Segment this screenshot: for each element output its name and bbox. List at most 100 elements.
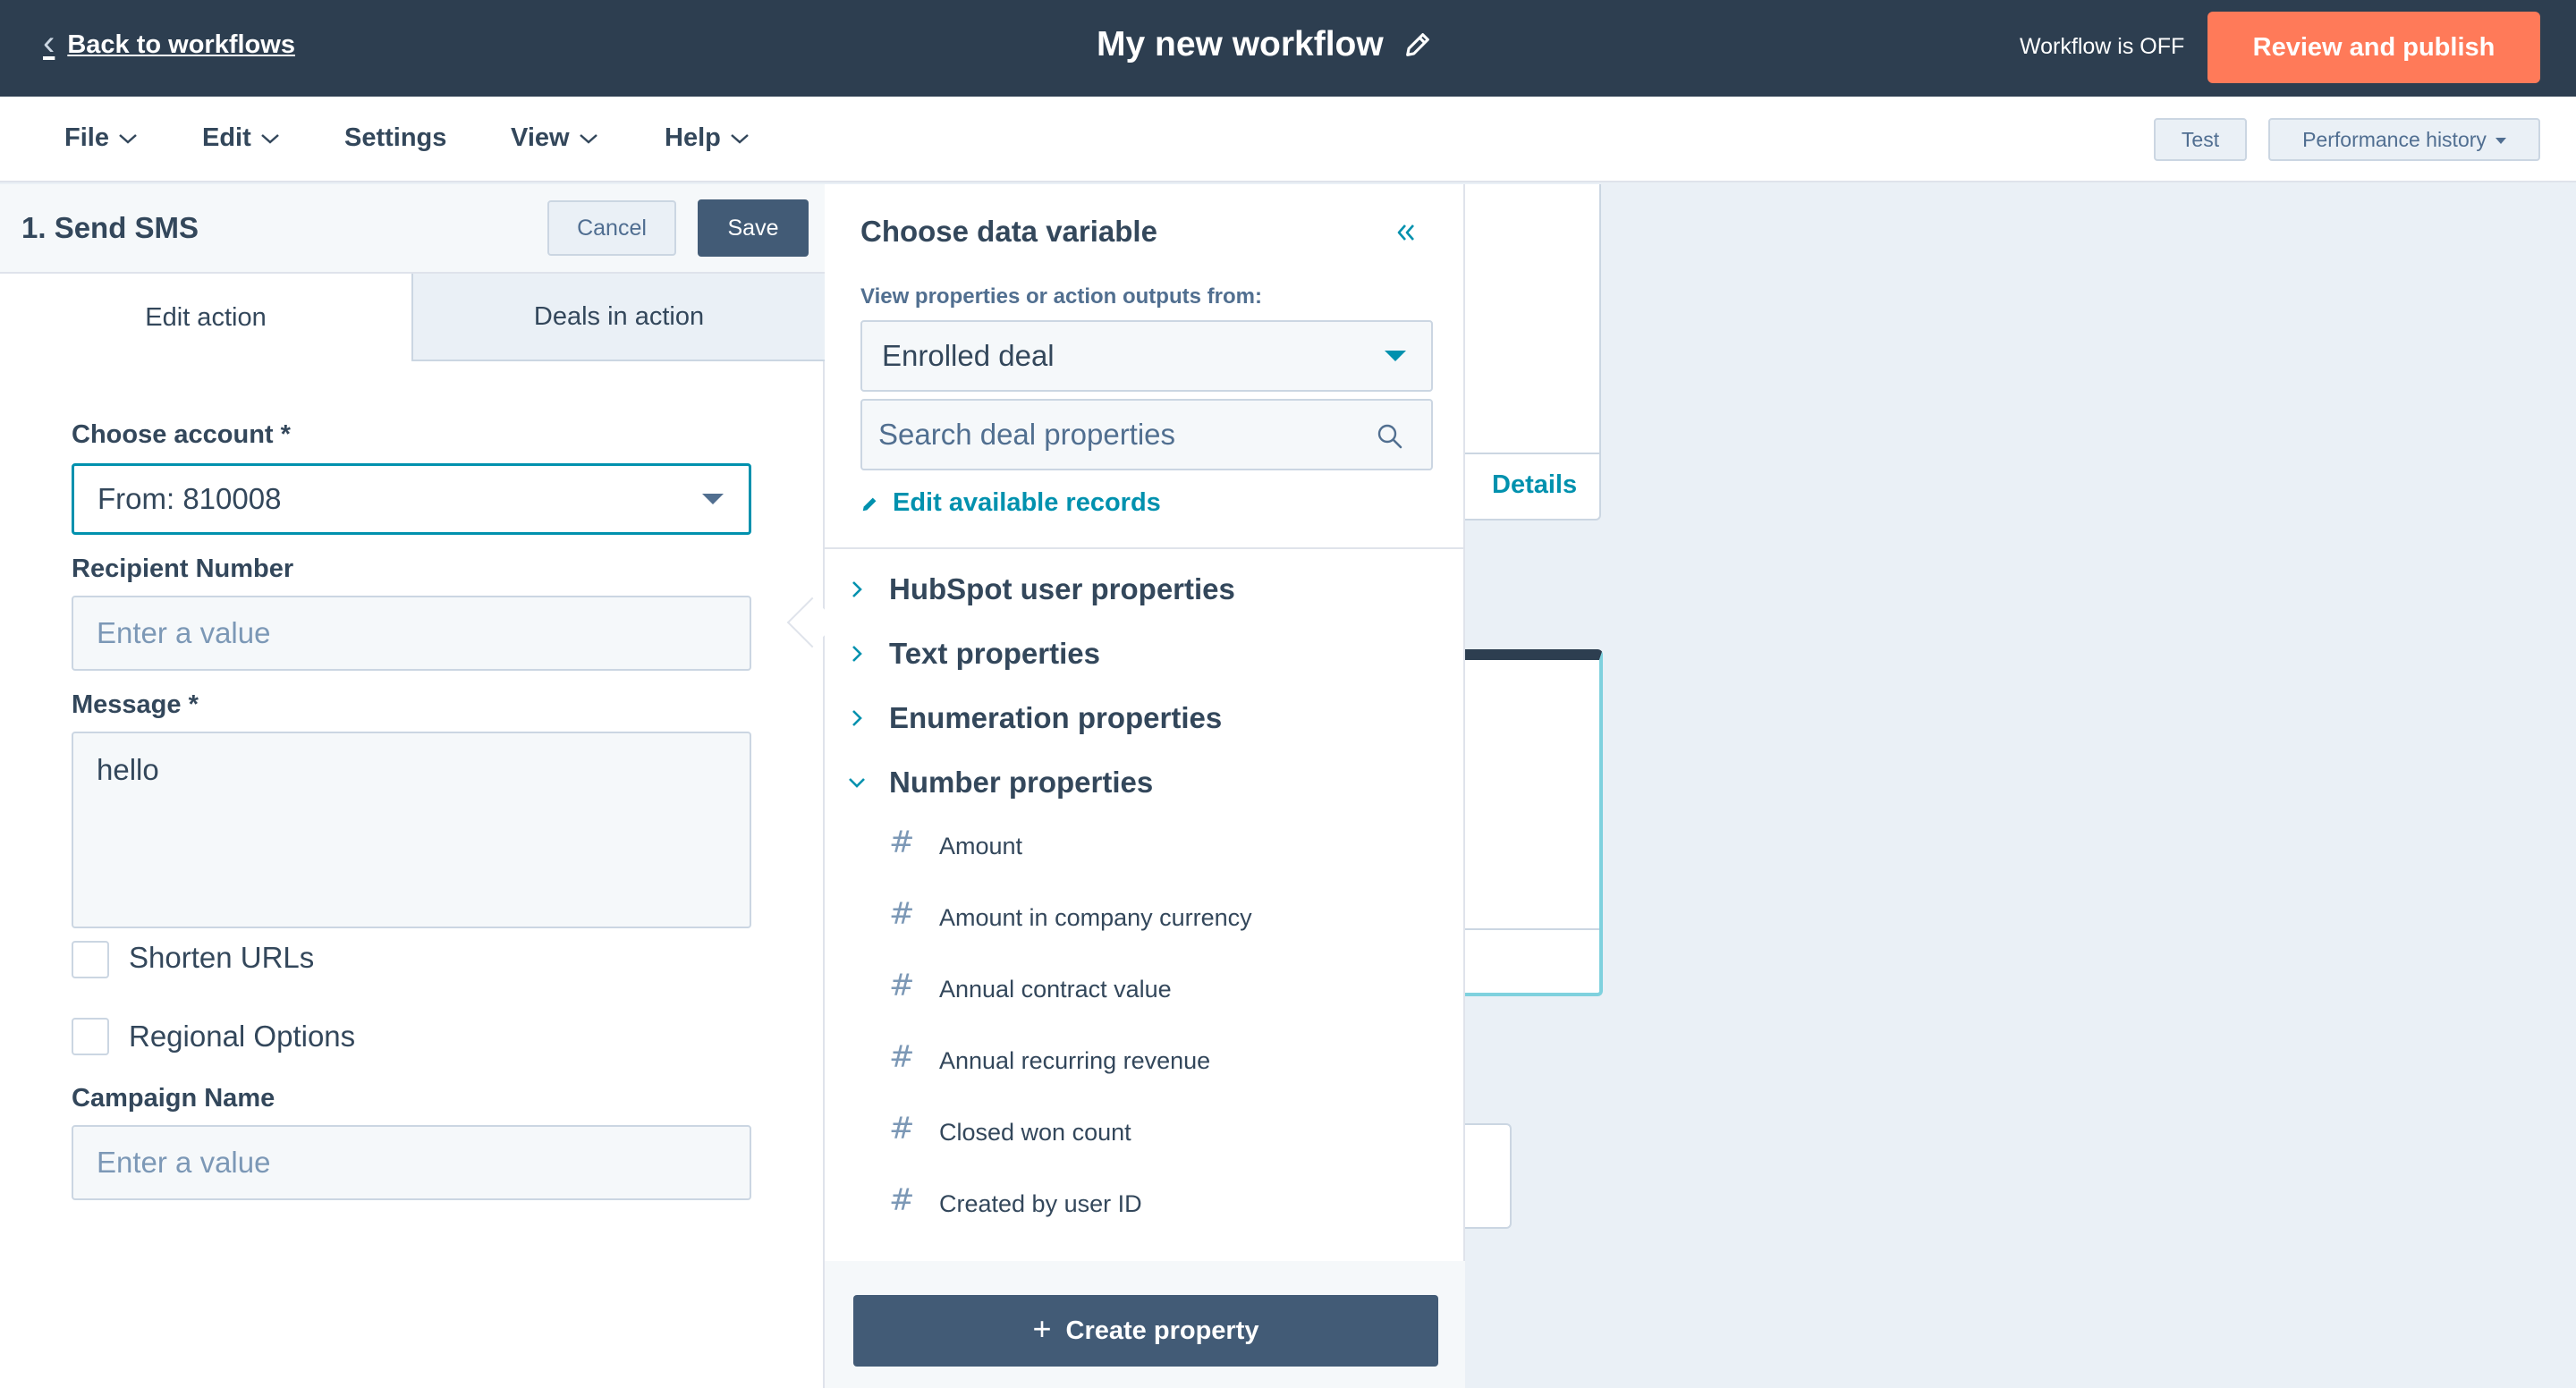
plus-icon: + (1032, 1310, 1052, 1347)
choose-account-select[interactable]: From: 810008 (72, 463, 751, 535)
source-select[interactable]: Enrolled deal (860, 320, 1433, 392)
caret-down-icon (1385, 351, 1406, 361)
menu-settings[interactable]: Settings (344, 123, 446, 153)
chevron-down-icon (731, 133, 749, 144)
recipient-number-placeholder: Enter a value (97, 616, 271, 649)
menu-file[interactable]: File (64, 123, 138, 153)
chevron-down-icon (579, 133, 597, 144)
group-text-properties[interactable]: Text properties (848, 637, 1100, 671)
number-hash-icon: # (889, 1039, 915, 1075)
group-enumeration-properties[interactable]: Enumeration properties (848, 701, 1222, 735)
chevron-right-icon (852, 646, 862, 662)
chevron-right-icon (852, 710, 862, 726)
message-value: hello (97, 753, 159, 786)
edit-available-records-label: Edit available records (893, 488, 1161, 517)
search-icon (1377, 424, 1402, 449)
group-label: Number properties (889, 766, 1154, 799)
chevron-down-icon (849, 778, 865, 788)
property-label: Amount in company currency (939, 903, 1252, 931)
tab-deals-in-action[interactable]: Deals in action (411, 274, 825, 361)
source-label: View properties or action outputs from: (860, 284, 1262, 309)
test-button[interactable]: Test (2154, 118, 2247, 161)
property-item[interactable]: # Amount in company currency (889, 896, 1252, 932)
menu-view-label: View (511, 123, 570, 152)
menu-help-label: Help (665, 123, 721, 152)
menu-settings-label: Settings (344, 123, 447, 152)
message-textarea[interactable]: hello (72, 732, 751, 928)
chevron-down-icon (260, 133, 279, 144)
workflow-title: My new workflow (1097, 25, 1384, 63)
edit-available-records-link[interactable]: Edit available records (860, 488, 1161, 518)
group-label: Enumeration properties (889, 701, 1223, 734)
top-bar: ‹ Back to workflows My new workflow Work… (0, 0, 2576, 97)
back-to-workflows-link[interactable]: ‹ Back to workflows (43, 25, 295, 61)
action-title: 1. Send SMS (21, 211, 199, 244)
campaign-name-placeholder: Enter a value (97, 1146, 271, 1179)
chevron-left-icon: ‹ (43, 23, 55, 63)
number-hash-icon: # (889, 896, 915, 932)
property-item[interactable]: # Annual contract value (889, 968, 1172, 1003)
group-label: HubSpot user properties (889, 572, 1235, 605)
property-item[interactable]: # Amount (889, 825, 1022, 860)
menu-view[interactable]: View (511, 123, 598, 153)
workflow-status: Workflow is OFF (2020, 34, 2185, 59)
property-label: Annual contract value (939, 975, 1172, 1003)
cancel-button[interactable]: Cancel (547, 200, 676, 256)
group-hubspot-user-properties[interactable]: HubSpot user properties (848, 572, 1235, 606)
menu-file-label: File (64, 123, 109, 152)
number-hash-icon: # (889, 1182, 915, 1218)
performance-history-label: Performance history (2302, 127, 2487, 151)
number-hash-icon: # (889, 968, 915, 1003)
source-value: Enrolled deal (882, 339, 1055, 372)
pencil-icon[interactable] (1402, 27, 1433, 63)
caret-down-icon (2495, 137, 2506, 144)
save-button[interactable]: Save (698, 199, 809, 257)
group-number-properties[interactable]: Number properties (848, 766, 1153, 800)
chevron-right-icon (852, 581, 862, 597)
create-property-button[interactable]: + Create property (853, 1295, 1438, 1367)
regional-options-checkbox[interactable] (72, 1018, 109, 1055)
divider (825, 547, 1465, 549)
menu-help[interactable]: Help (665, 123, 750, 153)
chevron-down-icon (119, 133, 137, 144)
property-search-placeholder: Search deal properties (878, 418, 1176, 451)
tab-edit-action-label: Edit action (145, 302, 267, 332)
shorten-urls-checkbox[interactable] (72, 941, 109, 978)
campaign-name-input[interactable]: Enter a value (72, 1125, 751, 1200)
regional-options-label: Regional Options (129, 1020, 356, 1053)
test-button-label: Test (2181, 127, 2220, 151)
recipient-number-label: Recipient Number (72, 554, 294, 583)
property-label: Closed won count (939, 1118, 1131, 1146)
data-variable-panel: Choose data variable View properties or … (825, 184, 1465, 1388)
menu-bar: File Edit Settings View Help Test Perfor… (0, 97, 2576, 182)
double-chevron-left-icon[interactable] (1392, 218, 1420, 247)
recipient-number-input[interactable]: Enter a value (72, 596, 751, 671)
pencil-icon (862, 497, 877, 511)
performance-history-button[interactable]: Performance history (2268, 118, 2540, 161)
tab-edit-action[interactable]: Edit action (0, 274, 411, 361)
group-label: Text properties (889, 637, 1100, 670)
caret-down-icon (702, 494, 724, 504)
number-hash-icon: # (889, 1111, 915, 1147)
details-link[interactable]: Details (1492, 470, 1577, 500)
property-label: Created by user ID (939, 1189, 1142, 1217)
tab-deals-in-action-label: Deals in action (533, 301, 705, 331)
review-and-publish-button[interactable]: Review and publish (2207, 12, 2540, 83)
message-label: Message * (72, 690, 199, 719)
create-property-label: Create property (1065, 1316, 1259, 1345)
choose-account-label: Choose account * (72, 420, 291, 449)
property-search-input[interactable]: Search deal properties (860, 399, 1433, 470)
action-panel: 1. Send SMS Cancel Save Edit action Deal… (0, 184, 825, 1388)
property-item[interactable]: # Closed won count (889, 1111, 1131, 1147)
campaign-name-label: Campaign Name (72, 1084, 275, 1113)
menu-edit-label: Edit (202, 123, 251, 152)
property-item[interactable]: # Annual recurring revenue (889, 1039, 1210, 1075)
number-hash-icon: # (889, 825, 915, 860)
menu-edit[interactable]: Edit (202, 123, 280, 153)
data-variable-title: Choose data variable (860, 215, 1157, 248)
choose-account-value: From: 810008 (97, 482, 282, 515)
property-item[interactable]: # Created by user ID (889, 1182, 1142, 1218)
shorten-urls-label: Shorten URLs (129, 941, 315, 974)
data-variable-footer: + Create property (825, 1261, 1465, 1388)
action-panel-header: 1. Send SMS Cancel Save (0, 184, 825, 274)
